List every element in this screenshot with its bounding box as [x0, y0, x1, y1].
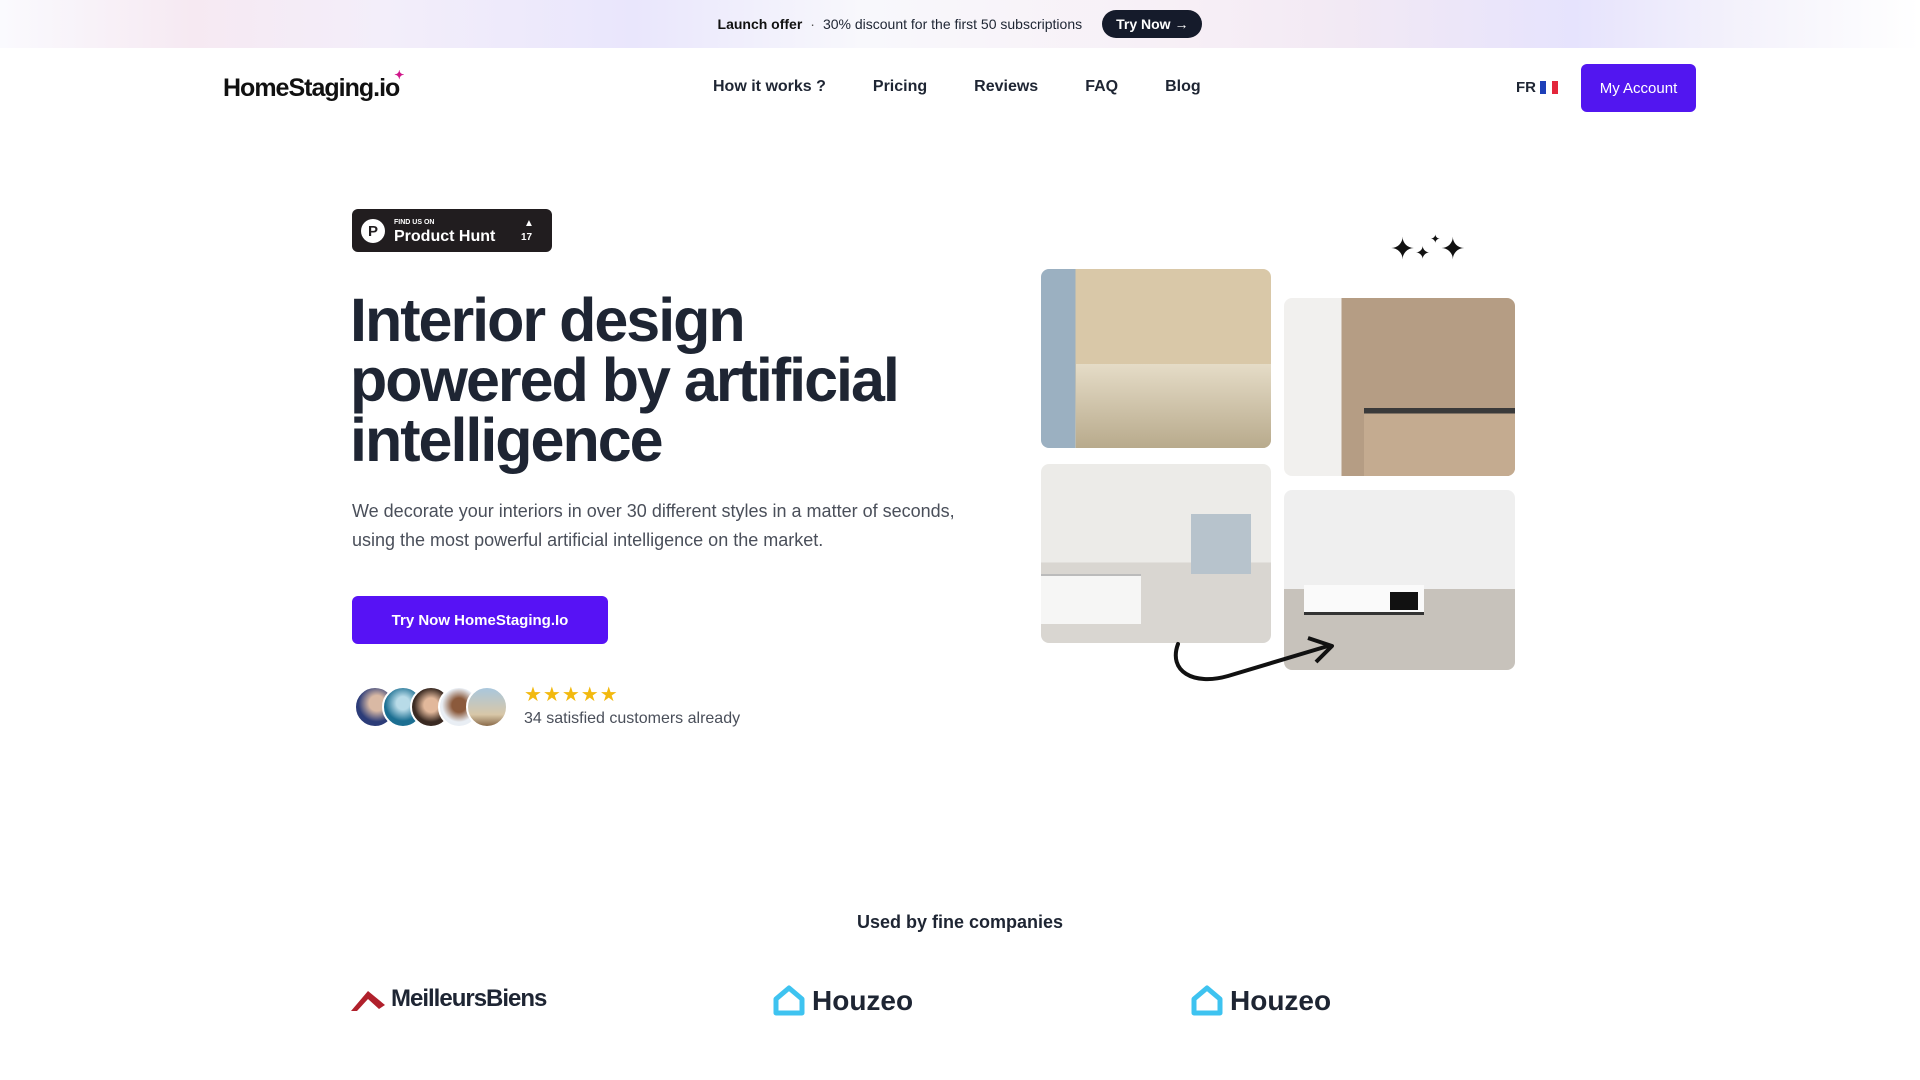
promo-banner: Launch offer · 30% discount for the firs… — [0, 0, 1920, 48]
five-star-rating: ★★★★★ — [524, 684, 619, 706]
language-selector[interactable]: FR — [1516, 79, 1558, 96]
company-logo-houzeo: Houzeo — [772, 985, 913, 1017]
living-room-before-image — [1041, 464, 1271, 643]
nav-how-it-works[interactable]: How it works ? — [713, 78, 826, 96]
hero-title: Interior design powered by artificial in… — [350, 286, 900, 474]
banner-text: 30% discount for the first 50 subscripti… — [822, 16, 1083, 32]
houzeo-house-icon — [773, 985, 805, 1016]
logo-text: HomeStaging.io — [223, 74, 400, 102]
company-name: Houzeo — [812, 985, 914, 1016]
hero-subtitle: We decorate your interiors in over 30 di… — [352, 501, 955, 550]
nav-blog[interactable]: Blog — [1165, 78, 1201, 96]
upvote-count: 17 — [521, 232, 533, 243]
upvote-icon: ▲ — [524, 218, 534, 229]
main-nav: How it works ? Pricing Reviews FAQ Blog — [713, 78, 1201, 96]
nav-pricing[interactable]: Pricing — [873, 78, 927, 96]
company-name: Houzeo — [1230, 985, 1332, 1016]
companies-title: Used by fine companies — [856, 912, 1064, 932]
nav-faq[interactable]: FAQ — [1085, 78, 1118, 96]
company-logo-houzeo: Houzeo — [1190, 985, 1331, 1017]
curved-arrow-icon — [1174, 636, 1334, 682]
banner-label: Launch offer — [717, 16, 803, 32]
banner-separator: · — [810, 16, 815, 32]
avatar — [466, 686, 508, 728]
try-now-cta-button[interactable]: Try Now HomeStaging.Io — [352, 596, 608, 644]
company-logo-meilleursbiens: MeilleursBiens — [351, 985, 547, 1013]
company-name: MeilleursBiens — [391, 985, 547, 1012]
sparkle-icon: ✦ — [394, 68, 404, 82]
french-flag-icon — [1540, 81, 1558, 94]
product-hunt-badge[interactable]: P FIND US ON Product Hunt ▲ 17 — [352, 209, 552, 252]
sparkles-icon: ✦✦✦✦ — [1390, 232, 1466, 266]
kitchen-before-image — [1041, 269, 1271, 448]
house-roof-icon — [351, 991, 385, 1011]
nav-reviews[interactable]: Reviews — [974, 78, 1038, 96]
product-hunt-icon: P — [361, 219, 385, 243]
customer-avatars — [354, 686, 508, 728]
houzeo-house-icon — [1191, 985, 1223, 1016]
customers-count: 34 satisfied customers already — [524, 710, 741, 727]
badge-small-text: FIND US ON — [394, 219, 435, 226]
banner-try-now-button[interactable]: Try Now → — [1102, 10, 1203, 38]
badge-name: Product Hunt — [394, 228, 496, 245]
logo[interactable]: HomeStaging.io ✦ — [223, 68, 404, 103]
language-code: FR — [1516, 79, 1536, 96]
my-account-button[interactable]: My Account — [1581, 64, 1696, 112]
kitchen-after-image — [1284, 298, 1515, 476]
